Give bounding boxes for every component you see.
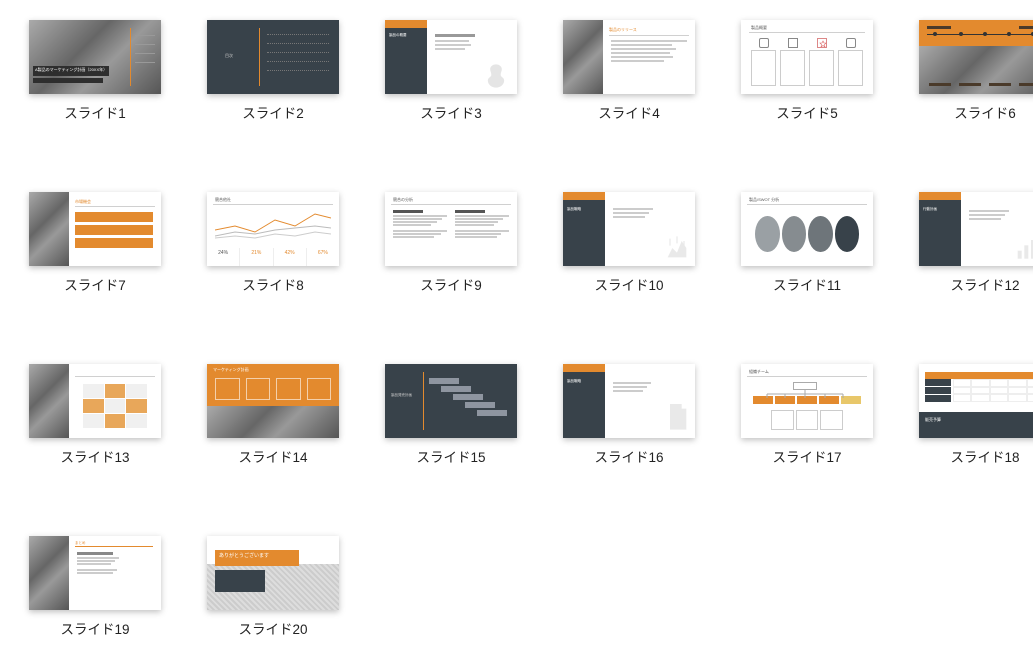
slide-thumbnail-item[interactable]: まとめ スライド19 — [20, 536, 170, 638]
slide-label: スライド19 — [60, 618, 129, 638]
slide-label: スライド12 — [950, 274, 1019, 294]
slide-label: スライド1 — [64, 102, 126, 122]
slide-thumbnail-item[interactable]: 販売予算 スライド18 — [910, 364, 1033, 466]
slide-thumbnail: 行動計画 — [919, 192, 1033, 266]
slide-thumbnail: ありがとうございます — [207, 536, 339, 610]
slide-label: スライド3 — [420, 102, 482, 122]
slide-label: スライド4 — [598, 102, 660, 122]
slide-thumbnail: 製品の概要 — [385, 20, 517, 94]
slide-label: スライド17 — [772, 446, 841, 466]
slide-thumbnail — [919, 20, 1033, 94]
slide-label: スライド18 — [950, 446, 1019, 466]
slide-label: スライド9 — [420, 274, 482, 294]
slide-thumbnail-item[interactable]: マーケティング計画 スライド14 — [198, 364, 348, 466]
slide-thumbnail-item[interactable]: スライド6 — [910, 20, 1033, 122]
slide-thumbnail-item[interactable]: 市場機会 スライド7 — [20, 192, 170, 294]
slide-thumbnail-item[interactable]: 組織チーム スライド17 — [732, 364, 882, 466]
slide-label: スライド10 — [594, 274, 663, 294]
slide-thumbnail: 製品概要 — [741, 20, 873, 94]
slide-thumbnail: 製品/SWOT 分析 — [741, 192, 873, 266]
slide-label: スライド20 — [238, 618, 307, 638]
slide-thumbnail-grid: A製品のマーケティング計画（20XX年） スライド1 目次 ス — [20, 20, 1013, 638]
slide-thumbnail: 組織チーム — [741, 364, 873, 438]
slide-label: スライド6 — [954, 102, 1016, 122]
slide-thumbnail: 競合の分析 — [385, 192, 517, 266]
slide-thumbnail-item[interactable]: スライド13 — [20, 364, 170, 466]
slide-thumbnail-item[interactable]: ありがとうございます スライド20 — [198, 536, 348, 638]
slide-thumbnail: 販売予算 — [919, 364, 1033, 438]
slide-thumbnail: 製品戦略 — [563, 192, 695, 266]
slide-thumbnail-item[interactable]: A製品のマーケティング計画（20XX年） スライド1 — [20, 20, 170, 122]
slide-label: スライド7 — [64, 274, 126, 294]
slide-label: スライド13 — [60, 446, 129, 466]
slide-label: スライド2 — [242, 102, 304, 122]
slide-thumbnail: 目次 — [207, 20, 339, 94]
slide-thumbnail: 製品発売計画 — [385, 364, 517, 438]
slide-thumbnail: マーケティング計画 — [207, 364, 339, 438]
slide-thumbnail: 製品戦略 — [563, 364, 695, 438]
slide-thumbnail: まとめ — [29, 536, 161, 610]
slide-label: スライド15 — [416, 446, 485, 466]
slide-thumbnail — [29, 364, 161, 438]
slide-label: スライド8 — [242, 274, 304, 294]
slide-thumbnail: A製品のマーケティング計画（20XX年） — [29, 20, 161, 94]
slide-thumbnail-item[interactable]: 競合他社 24% 21% 42% 67% スライド8 — [198, 192, 348, 294]
slide-label: スライド16 — [594, 446, 663, 466]
slide-thumbnail-item[interactable]: 製品の概要 スライド3 — [376, 20, 526, 122]
slide-thumbnail-item[interactable]: 行動計画 スライド12 — [910, 192, 1033, 294]
slide-thumbnail-item[interactable]: 製品発売計画 スライド15 — [376, 364, 526, 466]
slide-thumbnail: 製品のリリース — [563, 20, 695, 94]
slide-thumbnail-item[interactable]: 製品/SWOT 分析 スライド11 — [732, 192, 882, 294]
slide-label: スライド5 — [776, 102, 838, 122]
slide-thumbnail-item[interactable]: 製品戦略 スライド16 — [554, 364, 704, 466]
slide-label: スライド14 — [238, 446, 307, 466]
slide-thumbnail-item[interactable]: 製品のリリース スライド4 — [554, 20, 704, 122]
slide-thumbnail: 競合他社 24% 21% 42% 67% — [207, 192, 339, 266]
slide-thumbnail-item[interactable]: 競合の分析 スライド9 — [376, 192, 526, 294]
slide-thumbnail-item[interactable]: 製品戦略 スライド10 — [554, 192, 704, 294]
slide-thumbnail-item[interactable]: 目次 スライド2 — [198, 20, 348, 122]
slide-thumbnail: 市場機会 — [29, 192, 161, 266]
slide-label: スライド11 — [773, 274, 841, 294]
slide-thumbnail-item[interactable]: 製品概要 スライド5 — [732, 20, 882, 122]
